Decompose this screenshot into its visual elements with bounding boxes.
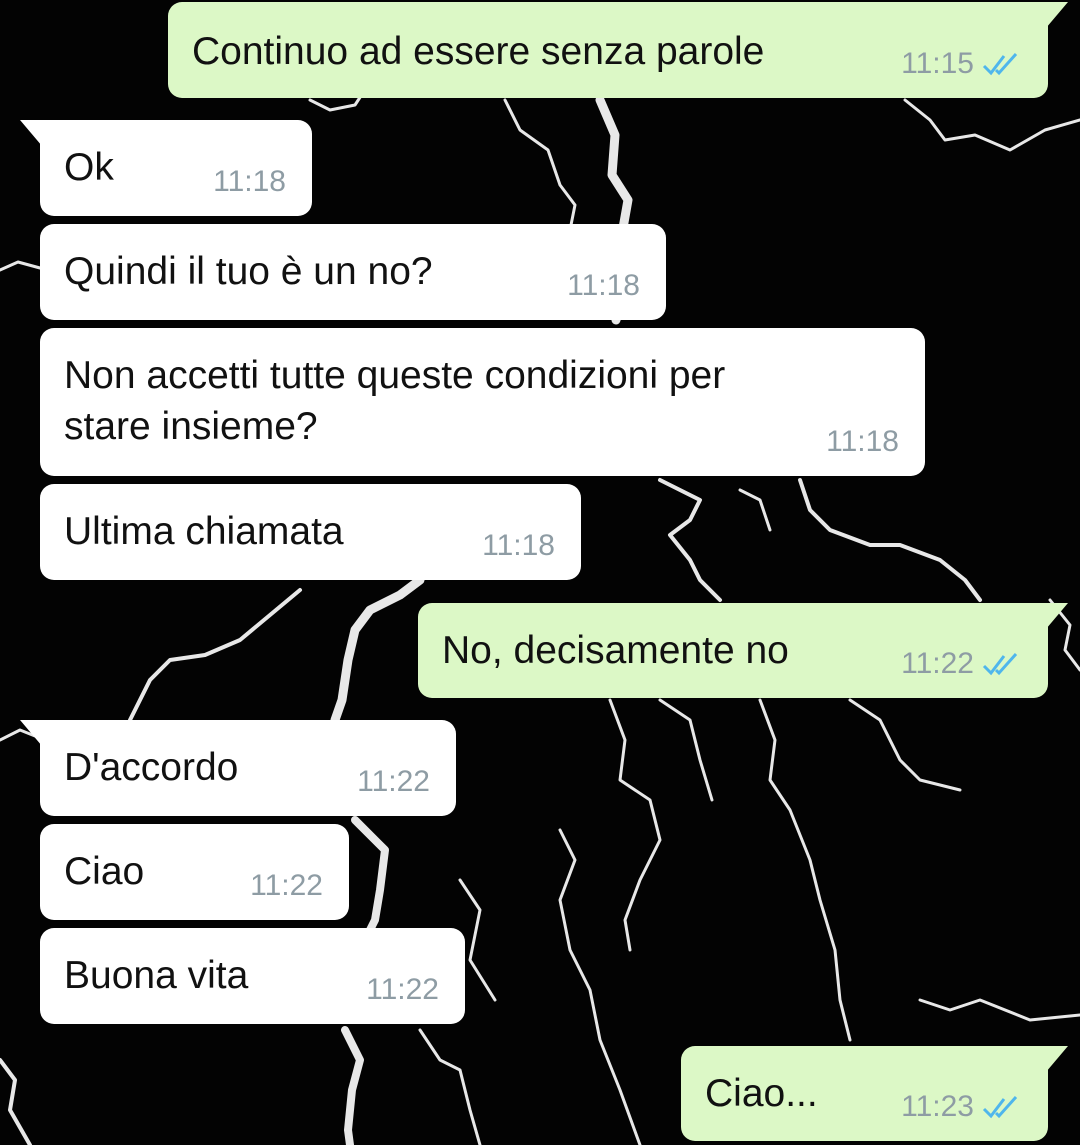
message-meta: 11:18 xyxy=(567,268,640,304)
message-meta: 11:15 xyxy=(901,46,1022,82)
bubble-tail xyxy=(1046,1046,1068,1072)
double-check-read-icon xyxy=(982,52,1018,76)
message-meta: 11:18 xyxy=(826,424,899,460)
outgoing-message[interactable]: Continuo ad essere senza parole 11:15 xyxy=(168,2,1048,98)
message-time: 11:22 xyxy=(366,973,439,1006)
bubble-tail xyxy=(20,720,42,746)
bubble-tail xyxy=(1046,603,1068,629)
message-meta: 11:22 xyxy=(357,764,430,800)
message-meta: 11:22 xyxy=(366,972,439,1008)
bubble-tail xyxy=(1046,2,1068,28)
message-time: 11:15 xyxy=(901,47,974,80)
message-meta: 11:22 xyxy=(250,868,323,904)
incoming-message[interactable]: Quindi il tuo è un no? 11:18 xyxy=(40,224,666,320)
incoming-message[interactable]: Buona vita 11:22 xyxy=(40,928,465,1024)
outgoing-message[interactable]: Ciao... 11:23 xyxy=(681,1046,1048,1141)
bubble-tail xyxy=(20,120,42,146)
message-time: 11:18 xyxy=(567,269,640,302)
message-time: 11:22 xyxy=(901,647,974,680)
message-time: 11:18 xyxy=(482,529,555,562)
outgoing-message[interactable]: No, decisamente no 11:22 xyxy=(418,603,1048,698)
message-time: 11:23 xyxy=(901,1090,974,1123)
message-time: 11:18 xyxy=(213,165,286,198)
message-text: Non accetti tutte queste condizioni per … xyxy=(64,354,726,448)
incoming-message[interactable]: Ok 11:18 xyxy=(40,120,312,216)
message-meta: 11:23 xyxy=(901,1089,1022,1125)
incoming-message[interactable]: Non accetti tutte queste condizioni per … xyxy=(40,328,925,476)
incoming-message[interactable]: Ultima chiamata 11:18 xyxy=(40,484,581,580)
incoming-message[interactable]: D'accordo 11:22 xyxy=(40,720,456,816)
message-time: 11:18 xyxy=(826,425,899,458)
message-meta: 11:18 xyxy=(213,164,286,200)
message-time: 11:22 xyxy=(250,869,323,902)
double-check-read-icon xyxy=(982,652,1018,676)
double-check-read-icon xyxy=(982,1095,1018,1119)
message-text: Quindi il tuo è un no? xyxy=(64,250,433,293)
incoming-message[interactable]: Ciao 11:22 xyxy=(40,824,349,920)
message-meta: 11:22 xyxy=(901,646,1022,682)
message-time: 11:22 xyxy=(357,765,430,798)
message-text: Continuo ad essere senza parole xyxy=(192,30,765,73)
message-meta: 11:18 xyxy=(482,528,555,564)
